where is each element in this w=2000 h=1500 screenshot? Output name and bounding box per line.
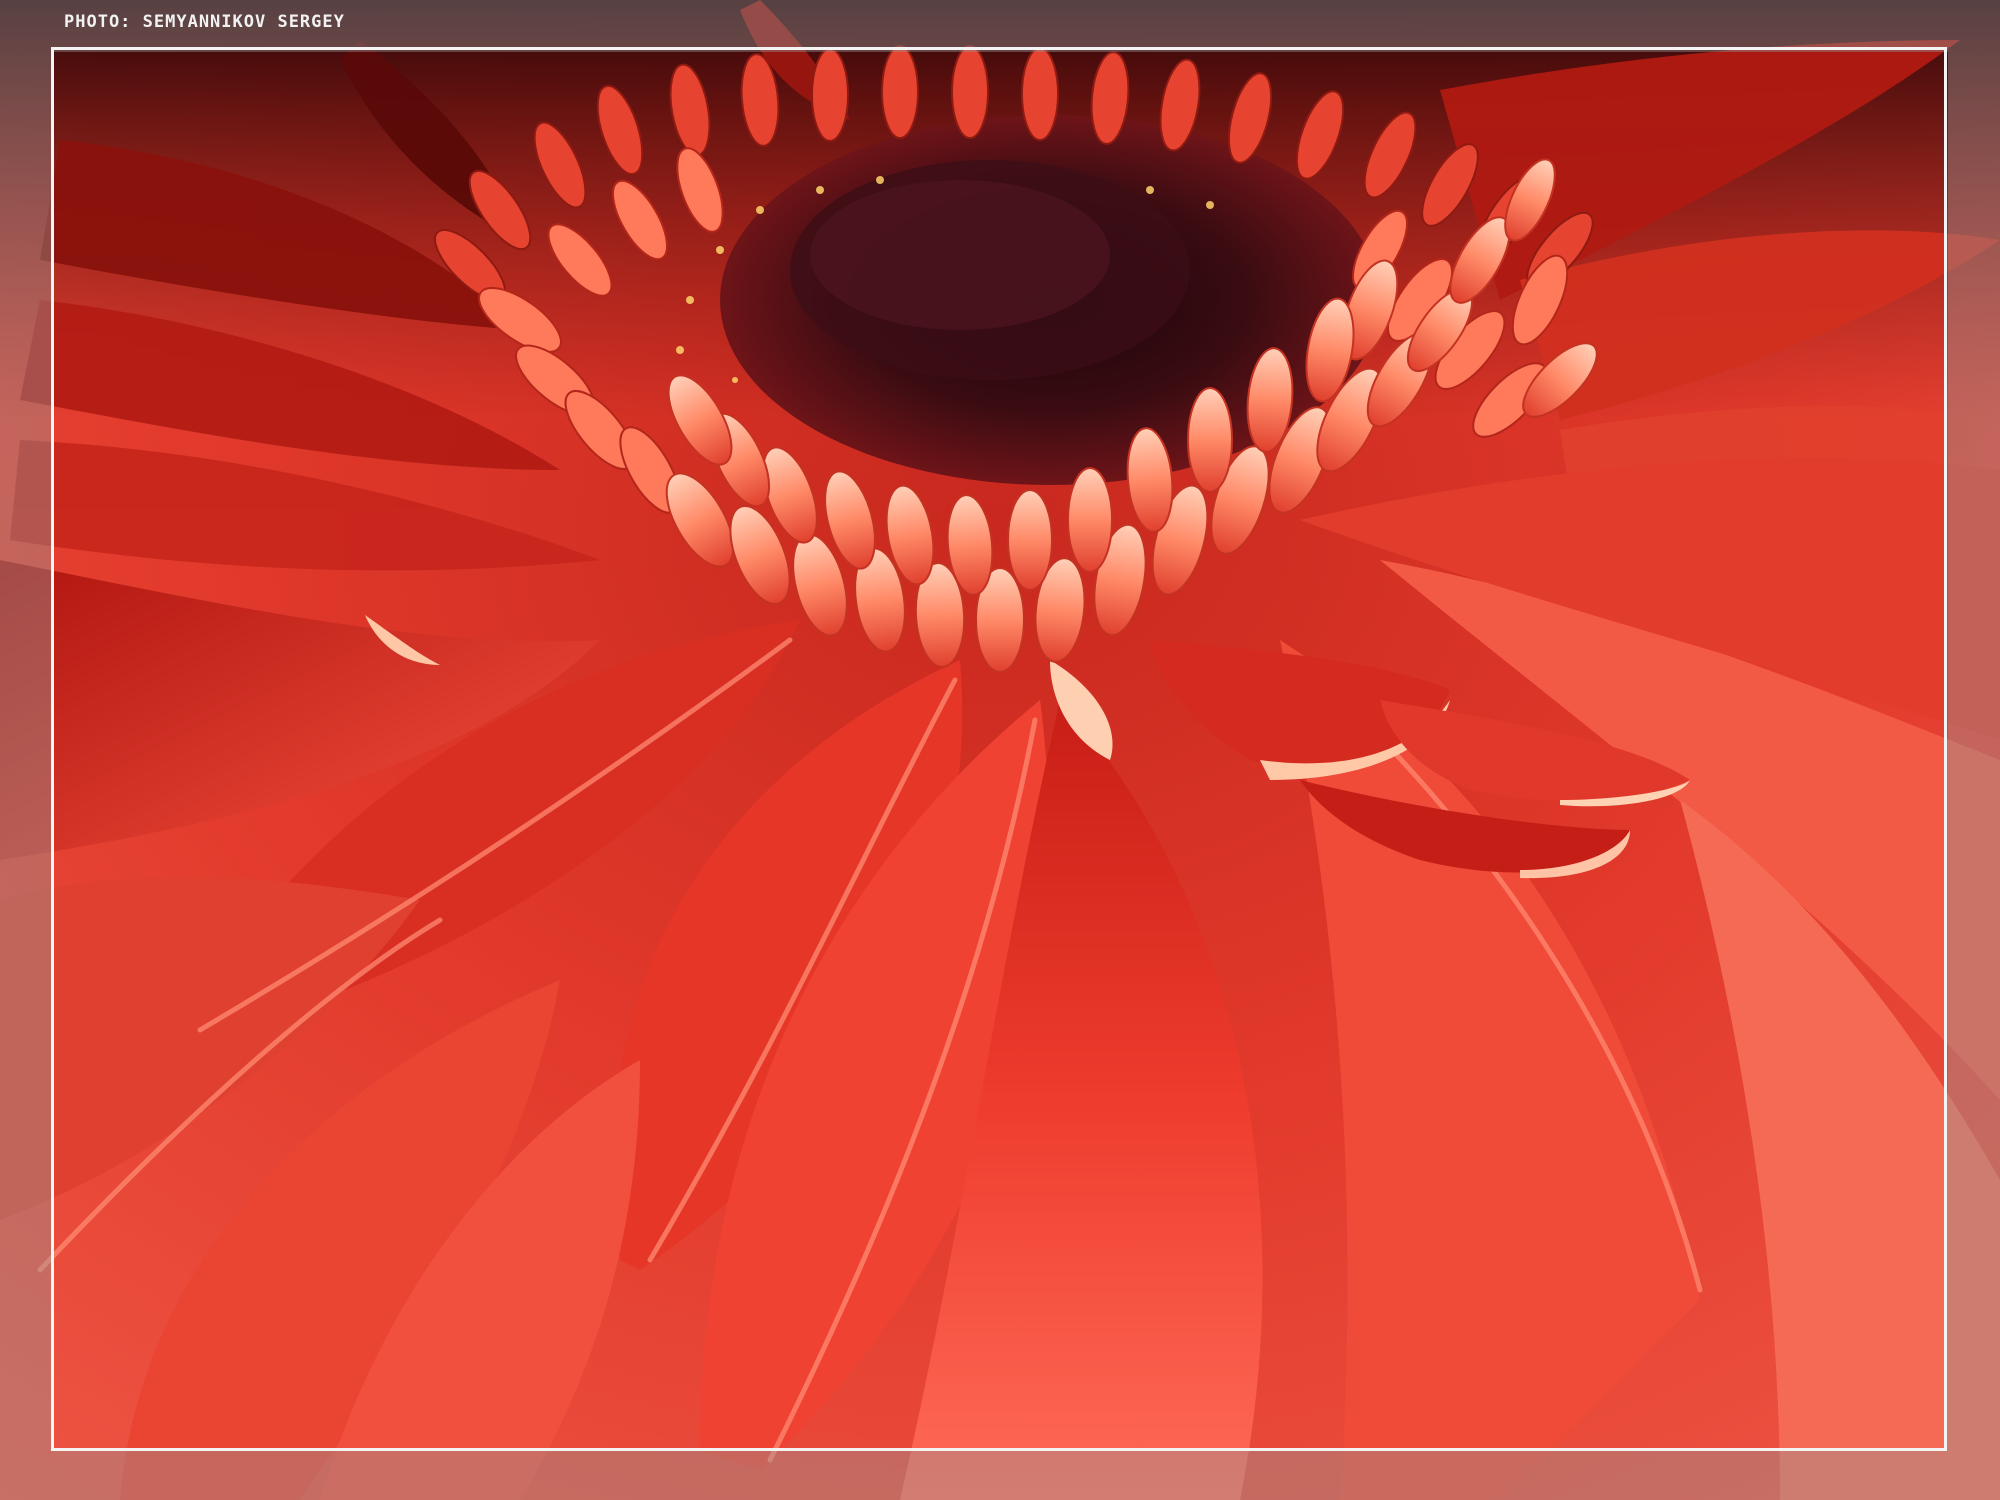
gerbera-illustration	[0, 0, 2000, 1500]
photo-credit: PHOTO: SEMYANNIKOV SERGEY	[64, 12, 345, 32]
flower-photo: PHOTO: SEMYANNIKOV SERGEY	[0, 0, 2000, 1500]
